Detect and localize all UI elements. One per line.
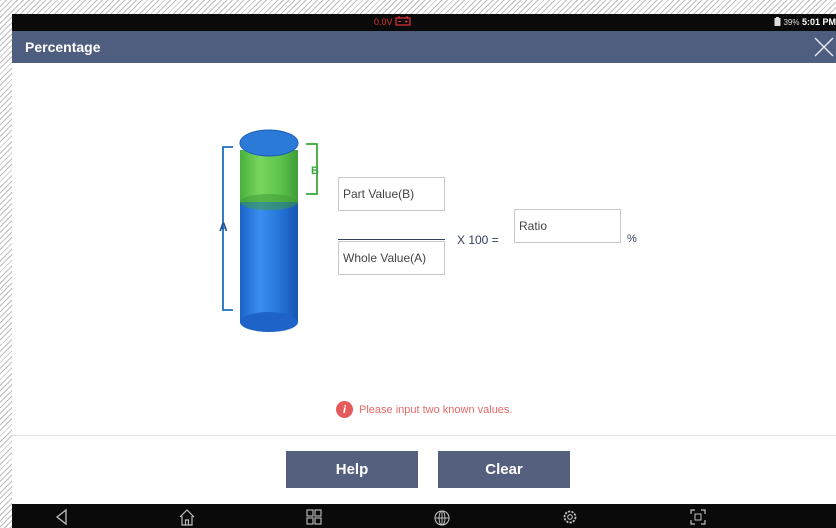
title-bar: Percentage (12, 31, 836, 63)
percentage-diagram: A B (219, 129, 319, 332)
status-right: 39% 5:01 PM (774, 17, 836, 27)
hint-text: Please input two known values. (359, 403, 513, 416)
footer-divider (12, 435, 836, 436)
voltage-readout: 0.0V (374, 17, 393, 27)
label-a: A (219, 220, 228, 234)
help-button[interactable]: Help (286, 451, 418, 488)
percent-sign: % (627, 233, 637, 245)
cylinder-band-edge (240, 194, 298, 210)
recent-apps-icon[interactable] (305, 508, 323, 526)
system-nav-bar (12, 504, 836, 528)
battery-percent: 39% (783, 18, 800, 27)
cylinder-body (240, 199, 298, 322)
multiplier-label: X 100 = (457, 233, 499, 247)
back-icon[interactable] (53, 508, 71, 526)
car-battery-icon (395, 16, 411, 26)
cylinder-bottom (240, 312, 298, 332)
ratio-input[interactable]: Ratio (514, 209, 621, 243)
device-screen: 0.0V 39% 5:01 PM Percentage A B Part Val… (12, 14, 836, 528)
home-icon[interactable] (178, 508, 196, 526)
clear-button[interactable]: Clear (438, 451, 570, 488)
settings-icon[interactable] (561, 508, 579, 526)
whole-value-input[interactable]: Whole Value(A) (338, 241, 445, 275)
screenshot-icon[interactable] (689, 508, 707, 526)
info-icon: i (336, 401, 353, 418)
label-b: B (311, 165, 319, 177)
hint-message: i Please input two known values. (336, 401, 512, 418)
page-title: Percentage (25, 39, 101, 55)
clock: 5:01 PM (801, 17, 836, 27)
battery-level-icon (774, 17, 781, 26)
calculator-content: A B Part Value(B) Whole Value(A) X 100 =… (12, 63, 836, 435)
cylinder-top (239, 129, 299, 157)
part-value-input[interactable]: Part Value(B) (338, 177, 445, 211)
status-bar: 0.0V 39% 5:01 PM (12, 14, 836, 31)
close-icon[interactable] (812, 35, 836, 59)
browser-icon[interactable] (433, 508, 451, 526)
fraction-line (338, 239, 445, 240)
